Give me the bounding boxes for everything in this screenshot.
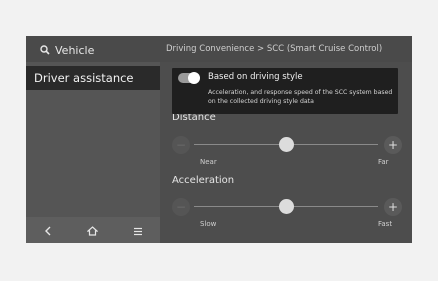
distance-increase-button[interactable]: + [384, 136, 402, 154]
menu-icon [133, 221, 143, 240]
sidebar: Driver assistance [26, 62, 160, 243]
driving-style-description: Acceleration, and response speed of the … [208, 89, 393, 105]
menu-button[interactable] [123, 219, 153, 241]
search-icon [40, 45, 50, 55]
sidebar-item-driver-assistance[interactable]: Driver assistance [26, 66, 160, 90]
distance-min-label: Near [200, 158, 217, 166]
bottom-nav-bar [26, 217, 160, 243]
search-label: Vehicle [55, 43, 95, 57]
driving-style-title: Based on driving style [208, 72, 303, 82]
back-button[interactable] [33, 219, 63, 241]
driving-style-setting[interactable]: Based on driving style Acceleration, and… [172, 68, 398, 114]
page: Vehicle Driving Convenience > SCC (Smart… [0, 0, 438, 281]
minus-icon: − [175, 138, 187, 152]
driving-style-toggle[interactable] [178, 72, 200, 84]
acceleration-min-label: Slow [200, 220, 217, 228]
distance-slider-thumb[interactable] [279, 137, 294, 152]
distance-slider[interactable]: − + [172, 136, 402, 158]
acceleration-title: Acceleration [172, 175, 235, 186]
home-icon [86, 221, 100, 240]
acceleration-decrease-button[interactable]: − [172, 198, 190, 216]
acceleration-increase-button[interactable]: + [384, 198, 402, 216]
search-button[interactable]: Vehicle [40, 42, 94, 58]
distance-decrease-button[interactable]: − [172, 136, 190, 154]
plus-icon: + [387, 200, 399, 214]
minus-icon: − [175, 200, 187, 214]
back-icon [44, 221, 52, 240]
acceleration-slider-thumb[interactable] [279, 199, 294, 214]
distance-slider-track[interactable] [194, 137, 378, 152]
infotainment-screen: Vehicle Driving Convenience > SCC (Smart… [26, 36, 412, 243]
acceleration-slider[interactable]: − + [172, 198, 402, 220]
distance-max-label: Far [378, 158, 389, 166]
toggle-knob [188, 72, 200, 84]
settings-panel: Distance Based on driving style Accelera… [160, 62, 412, 243]
breadcrumb: Driving Convenience > SCC (Smart Cruise … [166, 44, 383, 54]
home-button[interactable] [78, 219, 108, 241]
acceleration-slider-track[interactable] [194, 199, 378, 214]
plus-icon: + [387, 138, 399, 152]
sidebar-item-label: Driver assistance [34, 71, 134, 85]
acceleration-max-label: Fast [378, 220, 393, 228]
